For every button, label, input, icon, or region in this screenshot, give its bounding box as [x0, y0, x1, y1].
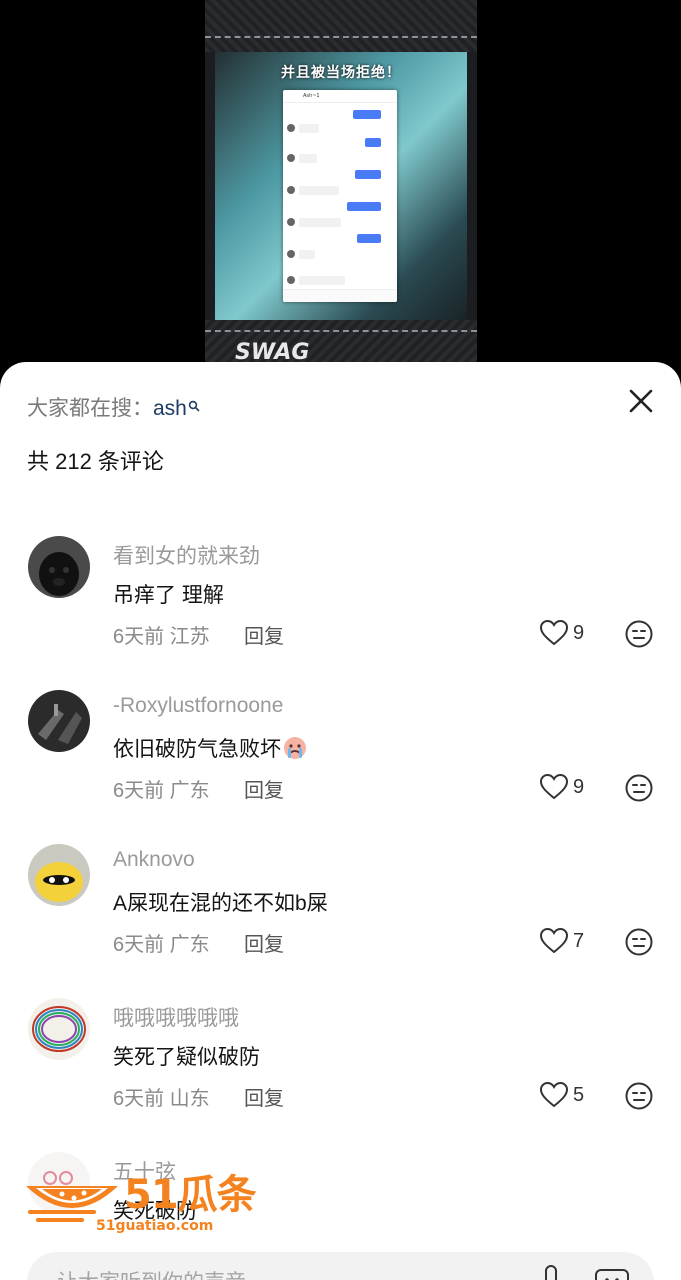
avatar[interactable]: [28, 690, 90, 752]
like-count: 5: [573, 1084, 585, 1106]
heart-outline-icon: [540, 774, 568, 800]
search-keyword[interactable]: ash: [153, 397, 187, 420]
comment-username[interactable]: 看到女的就来劲: [113, 540, 260, 570]
close-icon: [629, 389, 653, 413]
like-button[interactable]: 9: [540, 774, 600, 802]
close-button[interactable]: [624, 384, 658, 418]
mic-icon[interactable]: [539, 1264, 563, 1280]
dislike-button[interactable]: [625, 928, 653, 956]
search-hint-prefix: 大家都在搜：: [27, 397, 153, 420]
comment-input-placeholder: 让大家听到你的声音: [57, 1266, 246, 1280]
comment-username[interactable]: 哦哦哦哦哦哦: [113, 1002, 239, 1032]
comment-item: Anknovo A屎现在混的还不如b屎 6天前 广东 回复 7: [0, 844, 681, 994]
watermark-brand: 51瓜条: [124, 1172, 257, 1218]
chain-decoration: [205, 36, 477, 42]
watermark-url: 51guatiao.com: [96, 1218, 214, 1234]
heart-outline-icon: [540, 1082, 568, 1108]
chat-title: Ash~1: [283, 90, 397, 103]
crying-face-emoji: [283, 736, 307, 766]
search-suggestion[interactable]: 大家都在搜：ash: [27, 392, 200, 422]
comment-username[interactable]: -Roxylustfornoone: [113, 694, 283, 718]
comment-meta: 6天前 山东: [113, 1088, 210, 1110]
comment-text: 笑死了疑似破防: [113, 1046, 260, 1069]
search-icon: [188, 394, 200, 418]
heart-outline-icon: [540, 928, 568, 954]
comment-item: 哦哦哦哦哦哦 笑死了疑似破防 6天前 山东 回复 5: [0, 998, 681, 1148]
like-count: 9: [573, 776, 585, 798]
comment-input[interactable]: 让大家听到你的声音: [27, 1252, 654, 1280]
dislike-button[interactable]: [625, 1082, 653, 1110]
comment-text: A屎现在混的还不如b屎: [113, 892, 328, 915]
meh-face-icon: [625, 1082, 653, 1110]
comment-meta: 6天前 江苏: [113, 626, 210, 648]
comment-username[interactable]: Anknovo: [113, 848, 195, 872]
like-button[interactable]: 9: [540, 620, 600, 648]
watermelon-icon: [26, 1186, 118, 1222]
emoji-icon[interactable]: [595, 1266, 629, 1280]
reply-button[interactable]: 回复: [244, 928, 284, 957]
meh-face-icon: [625, 774, 653, 802]
dislike-button[interactable]: [625, 620, 653, 648]
reply-button[interactable]: 回复: [244, 1082, 284, 1111]
comment-text: 吊痒了 理解: [113, 584, 224, 607]
video-player[interactable]: 并且被当场拒绝！ Ash~1 SWAG: [205, 0, 477, 368]
comment-text: 依旧破防气急败坏: [113, 733, 307, 766]
comment-item: 看到女的就来劲 吊痒了 理解 6天前 江苏 回复 9: [0, 536, 681, 686]
video-frame-top: [205, 0, 477, 52]
like-button[interactable]: 7: [540, 928, 600, 956]
reply-button[interactable]: 回复: [244, 774, 284, 803]
meh-face-icon: [625, 620, 653, 648]
avatar[interactable]: [28, 844, 90, 906]
dislike-button[interactable]: [625, 774, 653, 802]
watermark-logo: 51瓜条 51guatiao.com: [22, 1160, 262, 1238]
avatar[interactable]: [28, 998, 90, 1060]
comment-sheet: 大家都在搜：ash 共 212 条评论 看到女的就来劲 吊痒了 理解 6天前 江…: [0, 362, 681, 1280]
heart-outline-icon: [540, 620, 568, 646]
comment-text-body: 依旧破防气急败坏: [113, 738, 281, 761]
avatar[interactable]: [28, 536, 90, 598]
like-count: 7: [573, 930, 585, 952]
comment-meta: 6天前 广东: [113, 934, 210, 956]
comment-item: -Roxylustfornoone 依旧破防气急败坏 6天前 广东 回复 9: [0, 690, 681, 840]
like-button[interactable]: 5: [540, 1082, 600, 1110]
divider: [0, 1240, 681, 1242]
chat-screenshot: Ash~1: [283, 90, 397, 302]
comment-count: 共 212 条评论: [27, 449, 164, 474]
like-count: 9: [573, 622, 585, 644]
meh-face-icon: [625, 928, 653, 956]
video-caption: 并且被当场拒绝！: [281, 65, 401, 81]
reply-button[interactable]: 回复: [244, 620, 284, 649]
chain-decoration: [205, 330, 477, 336]
comment-meta: 6天前 广东: [113, 780, 210, 802]
